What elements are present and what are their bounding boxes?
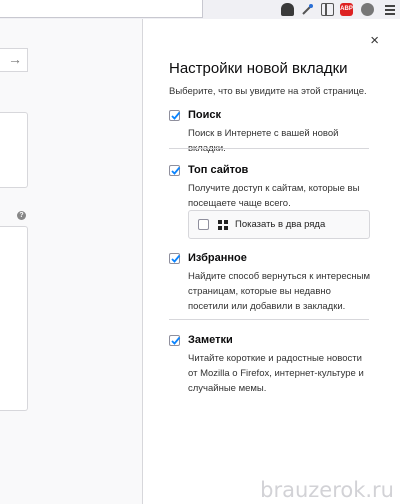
section-title: Избранное bbox=[188, 252, 247, 264]
section-description: Поиск в Интернете с вашей новой вкладки. bbox=[188, 128, 339, 154]
help-icon[interactable]: ? bbox=[17, 211, 26, 220]
browser-toolbar: ABP bbox=[0, 0, 400, 20]
grid-icon bbox=[218, 220, 228, 230]
section-title: Поиск bbox=[188, 109, 222, 121]
highlights-card bbox=[0, 226, 28, 411]
watermark: brauzerok.ru bbox=[260, 478, 394, 502]
new-tab-settings-panel: × Настройки новой вкладки Выберите, что … bbox=[142, 19, 400, 504]
search-checkbox[interactable] bbox=[169, 110, 181, 121]
divider bbox=[169, 148, 369, 149]
address-bar[interactable] bbox=[0, 0, 203, 18]
eyedropper-icon[interactable] bbox=[301, 3, 314, 16]
section-title: Заметки bbox=[188, 334, 233, 346]
top-sites-checkbox[interactable] bbox=[169, 165, 181, 176]
sidebar-icon[interactable] bbox=[321, 3, 334, 16]
section-title: Топ сайтов bbox=[188, 164, 249, 176]
top-sites-card bbox=[0, 112, 28, 188]
snippets-checkbox[interactable] bbox=[169, 335, 181, 346]
section-description: Читайте короткие и радостные новости от … bbox=[188, 353, 364, 394]
two-rows-label: Показать в два ряда bbox=[235, 219, 326, 230]
extension-icon[interactable] bbox=[361, 3, 374, 16]
section-description: Найдите способ вернуться к интересным ст… bbox=[188, 271, 371, 312]
hamburger-menu-icon[interactable] bbox=[385, 3, 395, 16]
divider bbox=[169, 319, 369, 320]
two-rows-checkbox[interactable] bbox=[198, 219, 209, 230]
panel-title: Настройки новой вкладки bbox=[169, 60, 348, 77]
panel-subtitle: Выберите, что вы увидите на этой страниц… bbox=[169, 86, 367, 97]
search-input[interactable]: → bbox=[0, 48, 28, 72]
new-tab-page: → ? bbox=[0, 19, 142, 504]
highlights-checkbox[interactable] bbox=[169, 253, 181, 264]
close-button[interactable]: × bbox=[370, 33, 379, 48]
adblock-icon[interactable]: ABP bbox=[340, 3, 353, 16]
ghostery-icon[interactable] bbox=[281, 3, 294, 16]
section-description: Получите доступ к сайтам, которые вы пос… bbox=[188, 183, 360, 209]
arrow-right-icon[interactable]: → bbox=[8, 51, 22, 67]
two-rows-option[interactable]: Показать в два ряда bbox=[188, 210, 370, 239]
